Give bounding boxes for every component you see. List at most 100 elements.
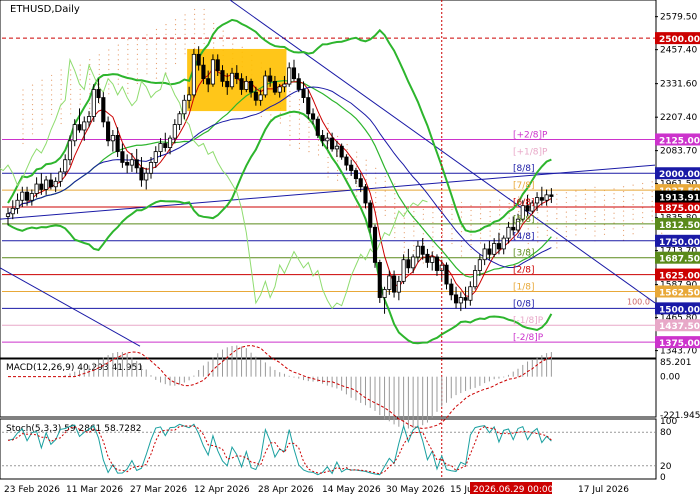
candle: [358, 178, 363, 188]
x-tick-label: 27 Mar 2026: [130, 485, 187, 495]
cloud-dot: [651, 220, 653, 222]
cloud-dot: [565, 221, 567, 223]
candle: [420, 245, 425, 255]
cloud-dot: [413, 220, 415, 222]
candle: [191, 53, 196, 96]
candle: [158, 143, 163, 153]
cloud-dot: [394, 193, 396, 195]
cloud-dot: [289, 120, 291, 122]
cloud-dot: [270, 114, 272, 116]
cloud-dot: [298, 128, 301, 130]
chart-area[interactable]: ETHUSD,Daily [+2/8]P [+1/8]P [8/8] [7/8] [6/…: [0, 0, 700, 500]
candle: [406, 259, 411, 269]
cloud-dot: [651, 215, 653, 217]
candle: [425, 253, 430, 263]
cloud-dot: [346, 178, 348, 180]
price-tag-label: 1562.50: [659, 288, 700, 298]
cloud-dot: [384, 190, 386, 192]
cloud-dot: [622, 210, 625, 212]
cloud-dot: [146, 58, 148, 60]
cloud-dot: [184, 28, 186, 31]
cloud-dot: [70, 113, 72, 115]
cloud-dot: [422, 208, 424, 211]
cloud-dot: [575, 229, 577, 231]
cloud-dot: [508, 212, 510, 214]
cloud-dot: [203, 38, 205, 40]
cloud-dot: [613, 193, 615, 195]
cloud-dot: [279, 112, 281, 114]
cloud-dot: [98, 59, 100, 61]
candle: [115, 135, 120, 153]
cloud-dot: [499, 214, 501, 216]
cloud-dot: [136, 63, 138, 65]
cloud-dot: [394, 183, 396, 185]
murrey-label: [+2/8]P: [513, 130, 548, 140]
cloud-dot: [556, 247, 558, 249]
cloud-dot: [289, 100, 291, 102]
price-chart[interactable]: [+2/8]P [+1/8]P [8/8] [7/8] [6/8] [5/8] [4/8] […: [0, 0, 700, 500]
cloud-dot: [489, 201, 491, 203]
cloud-dot: [203, 42, 205, 45]
cloud-dot: [632, 213, 634, 215]
cloud-dot: [50, 104, 53, 106]
cloud-dot: [31, 108, 34, 111]
cloud-dot: [594, 211, 596, 213]
cloud-dot: [146, 68, 148, 70]
cloud-dot: [575, 209, 577, 212]
cloud-dot: [50, 113, 53, 115]
cloud-dot: [203, 13, 205, 15]
cloud-dot: [479, 208, 482, 210]
cloud-dot: [594, 196, 596, 198]
cloud-dot: [403, 251, 405, 253]
cloud-dot: [584, 193, 587, 195]
cloud-dot: [584, 213, 587, 215]
cloud-dot: [22, 142, 24, 145]
cloud-dot: [155, 67, 158, 69]
cloud-dot: [98, 73, 100, 75]
candle: [363, 186, 368, 204]
cloud-dot: [203, 23, 205, 25]
cloud-dot: [89, 73, 91, 75]
cloud-dot: [193, 13, 196, 15]
cloud-dot: [89, 88, 91, 90]
cloud-dot: [356, 161, 358, 163]
cloud-dot: [60, 118, 62, 120]
candle: [339, 145, 344, 158]
cloud-dot: [117, 44, 119, 46]
candle: [353, 170, 359, 180]
candle: [39, 183, 44, 190]
cloud-dot: [603, 199, 606, 201]
candle: [544, 194, 549, 201]
cloud-dot: [317, 115, 320, 117]
cloud-dot: [79, 98, 81, 100]
cloud-dot: [108, 49, 110, 51]
x-tick-label: 17 Jul 2026: [578, 485, 629, 495]
x-tick-label: 14 May 2026: [322, 485, 381, 495]
cloud-dot: [470, 229, 472, 231]
cloud-dot: [165, 48, 167, 50]
cloud-dot: [460, 216, 463, 218]
cloud-dot: [60, 113, 62, 115]
cloud-dot: [613, 217, 615, 219]
cloud-dot: [50, 108, 53, 111]
y-tick-label: 2083.70: [660, 147, 697, 157]
cloud-dot: [508, 202, 510, 205]
cloud-dot: [594, 225, 596, 227]
cloud-dot: [336, 135, 339, 138]
cloud-dot: [451, 228, 453, 230]
cloud-dot: [136, 44, 138, 46]
cloud-dot: [31, 89, 34, 91]
candle: [163, 143, 168, 148]
candle: [29, 193, 34, 201]
cloud-dot: [594, 201, 596, 203]
cloud-dot: [146, 39, 148, 41]
cloud-dot: [594, 230, 596, 232]
stoch-tick-label: 100: [660, 417, 677, 427]
cloud-dot: [117, 49, 119, 51]
cloud-dot: [403, 232, 405, 234]
candle: [539, 197, 544, 201]
price-tag-label: 1500.00: [659, 305, 700, 315]
title-text: ETHUSD,Daily: [10, 4, 80, 15]
cloud-dot: [451, 213, 453, 215]
cloud-dot: [375, 196, 377, 199]
